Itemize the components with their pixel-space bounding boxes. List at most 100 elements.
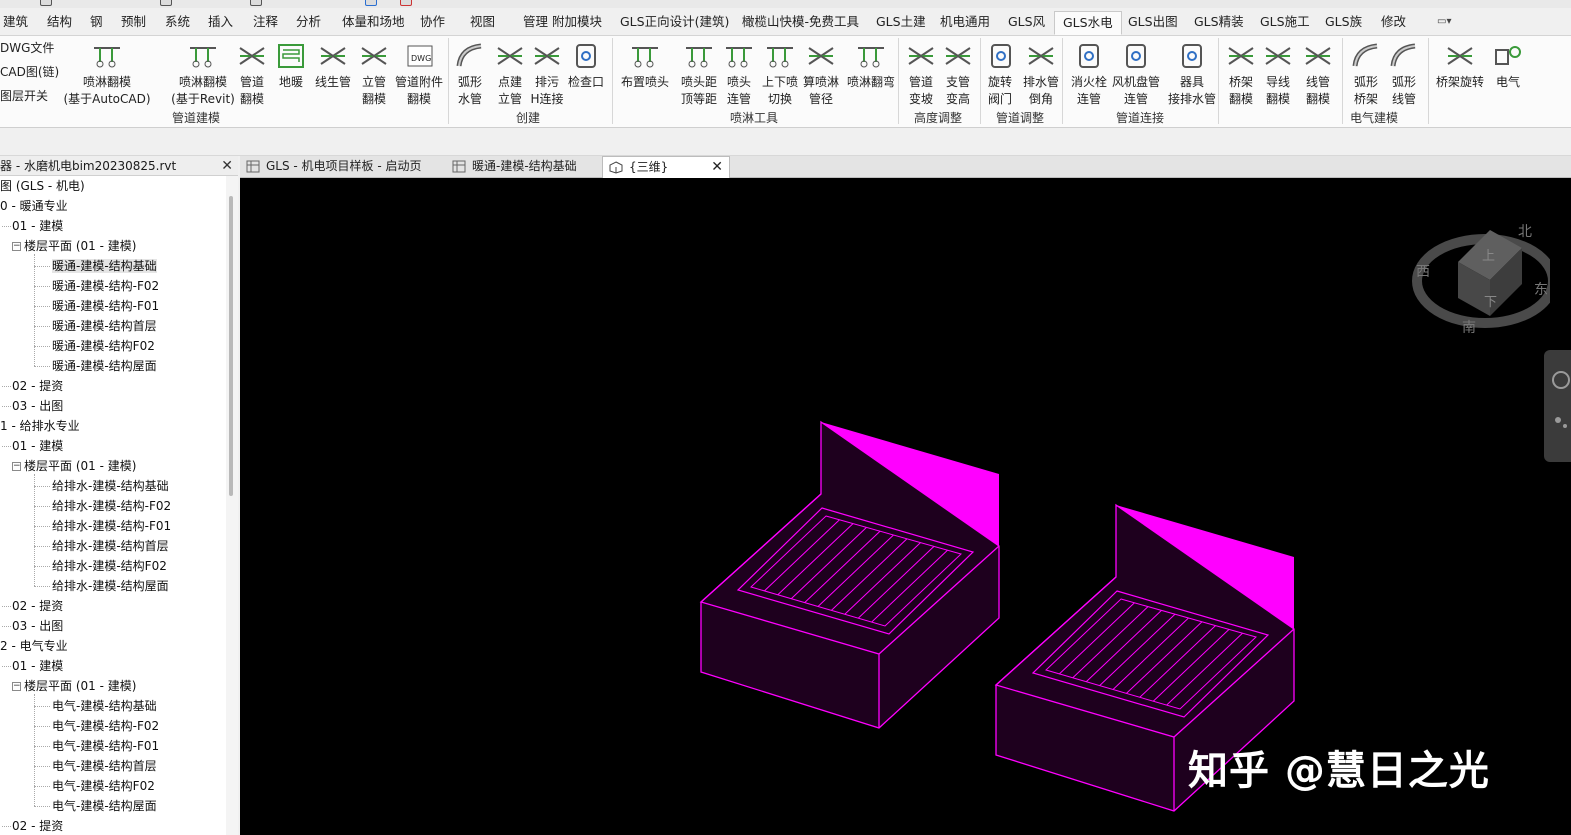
view-tree-item[interactable]: 暖通-建模-结构基础 (52, 256, 157, 276)
ribbon-tab[interactable]: 修改 (1381, 11, 1406, 35)
cad-link-button[interactable]: CAD图(链) (0, 63, 59, 80)
ribbon-tab[interactable]: 体量和场地 (342, 11, 405, 35)
ribbon-tab[interactable]: 机电通用 (940, 11, 990, 35)
tree-group-item[interactable]: 02 - 提资 (12, 376, 63, 396)
ribbon-button[interactable]: 风机盘管 连管 (1110, 36, 1162, 112)
view-tree-item[interactable]: 暖通-建模-结构首层 (52, 316, 157, 336)
ribbon-tab[interactable]: 预制 (121, 11, 146, 35)
ribbon-button[interactable]: 器具 接排水管 (1164, 36, 1220, 112)
tree-group-item[interactable]: − 楼层平面 (01 - 建模) (12, 456, 136, 476)
ribbon-button[interactable]: 喷头距 顶等距 (678, 36, 720, 112)
tree-collapse-icon[interactable]: − (12, 242, 21, 251)
ribbon-button[interactable]: 排污 H连接 (528, 36, 566, 112)
ribbon-tab[interactable]: GLS精装 (1194, 11, 1244, 35)
tree-group-item[interactable]: 1 - 给排水专业 (0, 416, 80, 436)
ribbon-tab[interactable]: GLS施工 (1260, 11, 1310, 35)
tree-group-item[interactable]: 图 (GLS - 机电) (0, 176, 85, 196)
tree-collapse-icon[interactable]: − (12, 462, 21, 471)
dwg-file-button[interactable]: DWG文件 (0, 39, 54, 56)
ribbon-button[interactable]: 电气 (1490, 36, 1526, 112)
steering-wheel-icon[interactable] (1552, 371, 1570, 389)
ribbon-tab[interactable]: 系统 (165, 11, 190, 35)
tree-group-item[interactable]: 03 - 出图 (12, 396, 63, 416)
ribbon-button[interactable]: 弧形 水管 (452, 36, 488, 112)
view-tree-item[interactable]: 给排水-建模-结构基础 (52, 476, 169, 496)
ribbon-tab[interactable]: GLS族 (1325, 11, 1362, 35)
ribbon-tab[interactable]: 结构 (47, 11, 72, 35)
ribbon-panel-title[interactable]: 高度调整 (914, 109, 962, 126)
ribbon-tab[interactable]: GLS正向设计(建筑) (620, 11, 729, 35)
tree-group-item[interactable]: 02 - 提资 (12, 816, 63, 835)
ribbon-button[interactable]: 喷淋翻弯 (844, 36, 898, 112)
ribbon-tab[interactable]: 插入 (208, 11, 233, 35)
ribbon-button[interactable]: 布置喷头 (618, 36, 672, 112)
view-tab-close-icon[interactable]: ✕ (711, 157, 723, 177)
view-tree-item[interactable]: 给排水-建模-结构首层 (52, 536, 169, 556)
ribbon-button[interactable]: 上下喷 切换 (760, 36, 800, 112)
ribbon-button[interactable]: 桥架 翻模 (1222, 36, 1260, 112)
view-tree-item[interactable]: 电气-建模-结构F02 (52, 776, 155, 796)
ribbon-button[interactable]: 立管 翻模 (356, 36, 392, 112)
ribbon-tab[interactable]: GLS土建 (876, 11, 926, 35)
qa-save-icon[interactable] (40, 0, 52, 6)
tree-group-item[interactable]: 01 - 建模 (12, 436, 63, 456)
ribbon-button[interactable]: 消火栓 连管 (1068, 36, 1110, 112)
ribbon-tab[interactable]: 钢 (90, 11, 103, 35)
ribbon-tab[interactable]: 附加模块 (552, 11, 602, 35)
ribbon-tab[interactable]: 注释 (253, 11, 278, 35)
view-tree-item[interactable]: 给排水-建模-结构-F01 (52, 516, 171, 536)
qa-undo-icon[interactable] (250, 0, 262, 6)
ribbon-tab[interactable]: GLS水电 (1054, 11, 1122, 35)
ribbon-tab[interactable]: 管理 (523, 11, 548, 35)
ribbon-button[interactable]: 旋转 阀门 (984, 36, 1016, 112)
ribbon-button[interactable]: 算喷淋 管径 (800, 36, 842, 112)
view-tree-item[interactable]: 电气-建模-结构屋面 (52, 796, 157, 816)
ribbon-panel-title[interactable]: 管道连接 (1116, 109, 1164, 126)
view-tree-item[interactable]: 暖通-建模-结构-F01 (52, 296, 159, 316)
ribbon-button[interactable]: 地暖 (274, 36, 308, 112)
ribbon-tab[interactable]: 分析 (296, 11, 321, 35)
ribbon-tab[interactable]: GLS出图 (1128, 11, 1178, 35)
ribbon-tab[interactable]: 协作 (420, 11, 445, 35)
view-tree-item[interactable]: 给排水-建模-结构F02 (52, 556, 167, 576)
ribbon-button[interactable]: 弧形 线管 (1386, 36, 1422, 112)
view-tree-item[interactable]: 暖通-建模-结构-F02 (52, 276, 159, 296)
viewcube[interactable]: 北 东 南 西 上 下 (1410, 218, 1550, 338)
tree-group-item[interactable]: 0 - 暖通专业 (0, 196, 68, 216)
ribbon-panel-title[interactable]: 管道建模 (172, 109, 220, 126)
ribbon-button[interactable]: DWG 管道附件 翻模 (392, 36, 446, 112)
ribbon-panel-title[interactable]: 管道调整 (996, 109, 1044, 126)
view-tree-item[interactable]: 给排水-建模-结构屋面 (52, 576, 169, 596)
view-tree-item[interactable]: 电气-建模-结构-F02 (52, 716, 159, 736)
view-tree-item[interactable]: 暖通-建模-结构屋面 (52, 356, 157, 376)
scrollbar-thumb[interactable] (229, 196, 233, 496)
ribbon-tab[interactable]: 建筑 (3, 11, 28, 35)
qa-close-icon[interactable] (400, 0, 412, 6)
ribbon-minimize-toggle[interactable]: ▭▾ (1437, 16, 1463, 30)
project-browser-scrollbar[interactable] (226, 176, 238, 835)
zoom-icon[interactable] (1563, 424, 1567, 428)
tree-group-item[interactable]: − 楼层平面 (01 - 建模) (12, 676, 136, 696)
ribbon-panel-title[interactable]: 创建 (516, 109, 540, 126)
ribbon-panel-title[interactable]: 喷淋工具 (730, 109, 778, 126)
ribbon-tab[interactable]: 橄榄山快模-免费工具 (742, 11, 859, 35)
ribbon-tab[interactable]: 视图 (470, 11, 495, 35)
tree-group-item[interactable]: 01 - 建模 (12, 656, 63, 676)
view-tree-item[interactable]: 电气-建模-结构首层 (52, 756, 157, 776)
ribbon-button[interactable]: 喷淋翻模 (基于AutoCAD) (62, 36, 152, 112)
tree-group-item[interactable]: − 楼层平面 (01 - 建模) (12, 236, 136, 256)
ribbon-button[interactable]: 排水管 倒角 (1020, 36, 1062, 112)
view-tree-item[interactable]: 电气-建模-结构-F01 (52, 736, 159, 756)
tree-group-item[interactable]: 01 - 建模 (12, 216, 63, 236)
ribbon-tab[interactable]: GLS风 (1008, 11, 1045, 35)
ribbon-button[interactable]: 管道 翻模 (232, 36, 272, 112)
layer-toggle-button[interactable]: 图层开关 (0, 87, 48, 104)
ribbon-button[interactable]: 线管 翻模 (1298, 36, 1338, 112)
tree-group-item[interactable]: 2 - 电气专业 (0, 636, 68, 656)
ribbon-button[interactable]: 支管 变高 (940, 36, 976, 112)
ribbon-button[interactable]: 喷头 连管 (720, 36, 758, 112)
qa-3d-icon[interactable] (365, 0, 377, 6)
ribbon-button[interactable]: 检查口 (566, 36, 606, 112)
tree-group-item[interactable]: 03 - 出图 (12, 616, 63, 636)
ribbon-button[interactable]: 线生管 (310, 36, 356, 112)
